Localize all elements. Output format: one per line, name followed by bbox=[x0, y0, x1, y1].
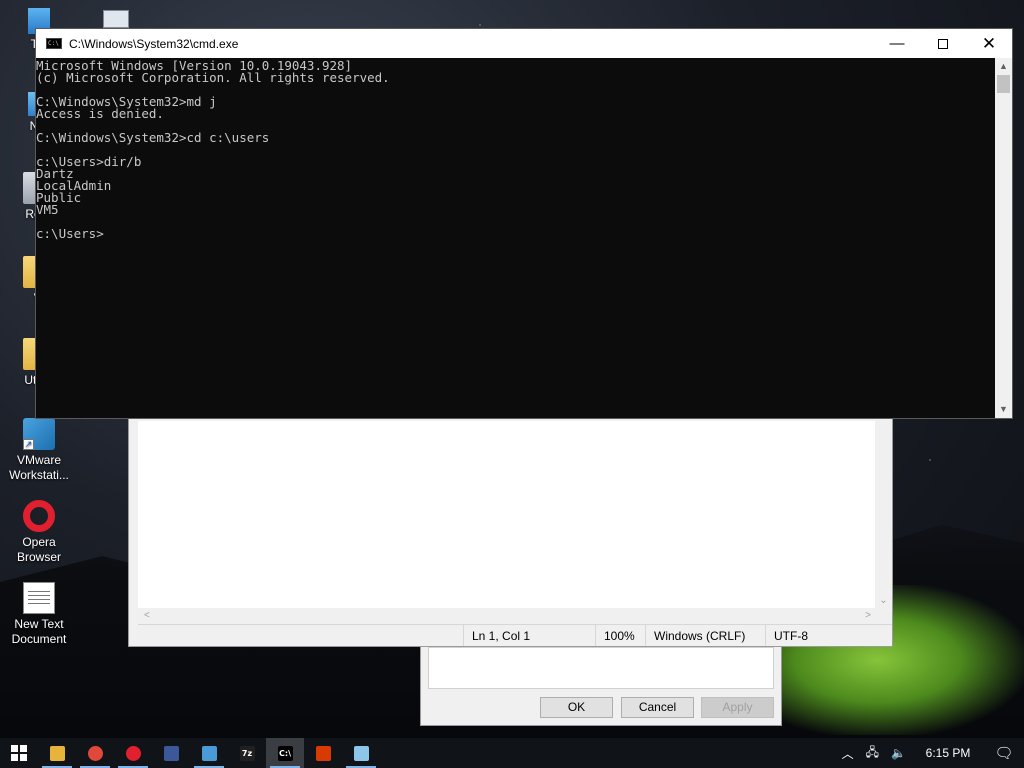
scroll-down-icon[interactable]: ⌄ bbox=[875, 595, 892, 606]
scroll-up-icon[interactable]: ▲ bbox=[995, 58, 1012, 75]
properties-dialog: OK Cancel Apply bbox=[420, 647, 782, 726]
desktop-icon-label: New Text Document bbox=[11, 617, 67, 646]
status-spacer bbox=[138, 625, 463, 646]
system-tray: ︿ 🖧 🔈 6:15 PM 🗨 bbox=[836, 738, 1024, 768]
taskbar-app-opera[interactable] bbox=[114, 738, 152, 768]
shortcut-arrow-icon: ↗ bbox=[23, 439, 34, 450]
7zip-icon: 7z bbox=[239, 745, 255, 761]
scroll-thumb[interactable] bbox=[997, 75, 1010, 93]
console-line: Access is denied. bbox=[36, 106, 164, 121]
taskbar-app-file-explorer[interactable] bbox=[38, 738, 76, 768]
console-line: LocalAdmin bbox=[36, 178, 112, 193]
console-line: (c) Microsoft Corporation. All rights re… bbox=[36, 70, 390, 85]
close-icon: ✕ bbox=[981, 33, 997, 53]
taskbar-app-7zip[interactable]: 7z bbox=[228, 738, 266, 768]
taskbar-app-control-panel[interactable] bbox=[190, 738, 228, 768]
chrome-icon bbox=[87, 745, 103, 761]
taskbar-app-cmd[interactable]: C:\ bbox=[266, 738, 304, 768]
apply-button[interactable]: Apply bbox=[701, 697, 774, 718]
notepad-text-area[interactable] bbox=[138, 421, 875, 608]
taskbar-app-chrome[interactable] bbox=[76, 738, 114, 768]
opera-icon bbox=[125, 745, 141, 761]
network-icon[interactable]: 🖧 bbox=[860, 743, 885, 764]
taskbar-app-office[interactable] bbox=[304, 738, 342, 768]
console-line: c:\Users> bbox=[36, 226, 104, 241]
notepad-icon bbox=[353, 745, 369, 761]
scroll-right-icon[interactable]: > bbox=[865, 608, 871, 624]
notepad-horizontal-scrollbar[interactable]: < > bbox=[138, 608, 875, 624]
console-line: Dartz bbox=[36, 166, 74, 181]
maximize-button[interactable] bbox=[920, 29, 966, 58]
ok-button[interactable]: OK bbox=[540, 697, 613, 718]
console-line: C:\Windows\System32>md j bbox=[36, 94, 217, 109]
control-panel-icon bbox=[201, 745, 217, 761]
close-button[interactable]: ✕ bbox=[966, 29, 1012, 58]
notepad-status-bar: Ln 1, Col 1 100% Windows (CRLF) UTF-8 bbox=[138, 624, 892, 646]
taskbar-app-notepad[interactable] bbox=[342, 738, 380, 768]
status-zoom: 100% bbox=[595, 625, 645, 646]
start-button[interactable] bbox=[0, 738, 38, 768]
cmd-vertical-scrollbar[interactable]: ▲ ▼ bbox=[995, 58, 1012, 418]
windows-logo-icon bbox=[11, 745, 27, 761]
console-output[interactable]: Microsoft Windows [Version 10.0.19043.92… bbox=[36, 58, 995, 418]
status-position: Ln 1, Col 1 bbox=[463, 625, 595, 646]
notepad-window: ⌄ < > Ln 1, Col 1 100% Windows (CRLF) UT… bbox=[128, 400, 893, 647]
cmd-icon: C:\ bbox=[46, 38, 62, 49]
taskbar: 7z C:\ ︿ 🖧 🔈 6:15 PM 🗨 bbox=[0, 738, 1024, 768]
gear-icon bbox=[103, 10, 129, 28]
taskbar-apps: 7z C:\ bbox=[38, 738, 380, 768]
desktop-icon-label: VMware Workstati... bbox=[9, 453, 69, 482]
action-center-icon[interactable]: 🗨 bbox=[984, 744, 1024, 762]
facebook-icon bbox=[163, 745, 179, 761]
console-line: C:\Windows\System32>cd c:\users bbox=[36, 130, 270, 145]
status-encoding: UTF-8 bbox=[765, 625, 875, 646]
desktop-icon-vmware[interactable]: ↗ VMware Workstati... bbox=[0, 418, 78, 483]
window-title: C:\Windows\System32\cmd.exe bbox=[69, 36, 239, 51]
vmware-icon: ↗ bbox=[23, 418, 55, 450]
desktop-icon-opera[interactable]: Opera Browser bbox=[0, 500, 78, 565]
scroll-down-icon[interactable]: ▼ bbox=[995, 401, 1012, 418]
scroll-left-icon[interactable]: < bbox=[138, 610, 150, 621]
console-line: VM5 bbox=[36, 202, 59, 217]
maximize-icon bbox=[938, 38, 948, 49]
minimize-icon: — bbox=[889, 35, 905, 52]
console-line: c:\Users>dir/b bbox=[36, 154, 142, 169]
dialog-content-box bbox=[428, 647, 774, 689]
desktop-icon-label: Opera Browser bbox=[16, 535, 61, 564]
cmd-window[interactable]: C:\ C:\Windows\System32\cmd.exe — ✕ Micr… bbox=[35, 28, 1013, 419]
minimize-button[interactable]: — bbox=[874, 29, 920, 58]
file-explorer-icon bbox=[49, 745, 65, 761]
status-line-ending: Windows (CRLF) bbox=[645, 625, 765, 646]
console-line: Public bbox=[36, 190, 82, 205]
chevron-up-icon[interactable]: ︿ bbox=[836, 745, 860, 762]
volume-muted-icon[interactable]: 🔈 bbox=[885, 746, 912, 760]
notepad-vertical-scrollbar[interactable]: ⌄ bbox=[875, 421, 892, 608]
cmd-title-bar[interactable]: C:\ C:\Windows\System32\cmd.exe — ✕ bbox=[36, 29, 1012, 58]
desktop-icon-new-text-document[interactable]: New Text Document bbox=[0, 582, 78, 647]
clock[interactable]: 6:15 PM bbox=[912, 746, 984, 760]
taskbar-app-facebook[interactable] bbox=[152, 738, 190, 768]
cmd-icon: C:\ bbox=[277, 745, 293, 761]
office-icon bbox=[315, 745, 331, 761]
text-document-icon bbox=[23, 582, 55, 614]
cancel-button[interactable]: Cancel bbox=[621, 697, 694, 718]
opera-icon bbox=[23, 500, 55, 532]
